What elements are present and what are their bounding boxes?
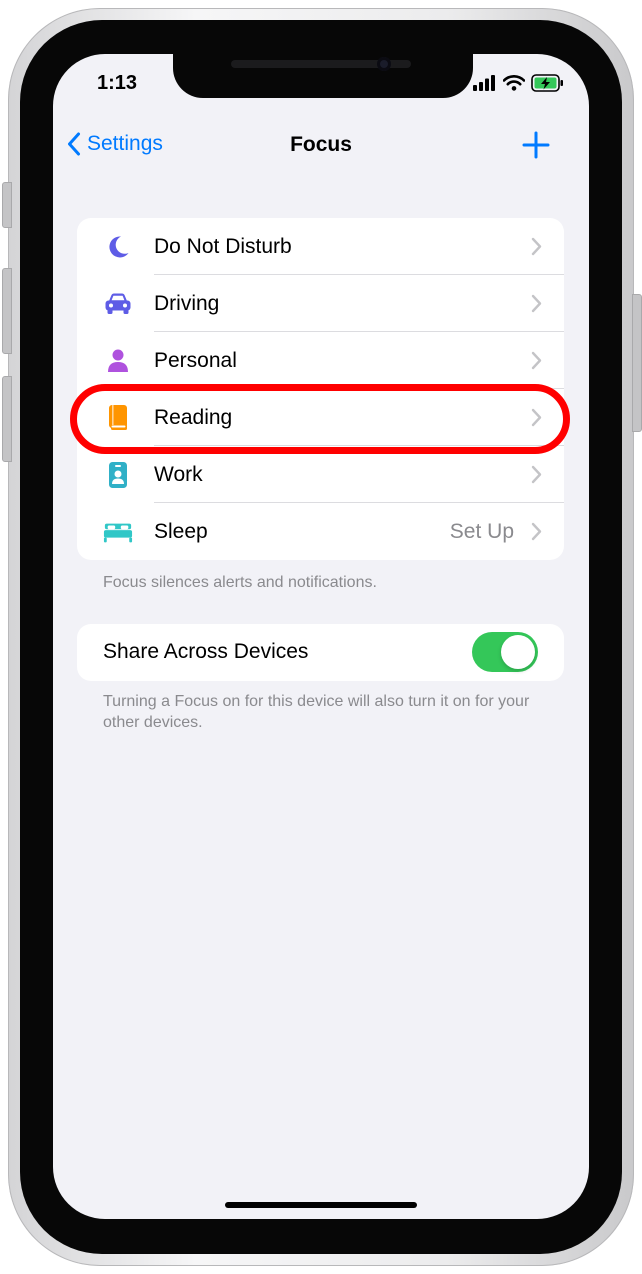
row-label: Work [154,462,203,486]
chevron-right-icon [531,237,542,261]
chevron-right-icon [531,465,542,489]
focus-row-do-not-disturb[interactable]: Do Not Disturb [77,218,564,275]
id-badge-icon [103,460,133,490]
focus-row-driving[interactable]: Driving [77,275,564,332]
front-camera [377,57,391,71]
status-icons [473,74,565,92]
row-label: Do Not Disturb [154,234,292,258]
focus-modes-list: Do Not Disturb Driving Personal Reading … [77,218,564,560]
screen: 1:13 Settings Focus Do Not Disturb Drivi… [53,54,589,1219]
volume-down-button [2,376,12,462]
wifi-icon [503,75,525,91]
row-label: Personal [154,348,237,372]
home-indicator[interactable] [225,1202,417,1208]
share-across-devices-toggle[interactable] [472,632,538,672]
bed-icon [103,517,133,547]
focus-row-reading[interactable]: Reading [77,389,564,446]
page-title: Focus [290,133,352,156]
volume-up-button [2,268,12,354]
cellular-signal-icon [473,75,495,91]
book-icon [103,403,133,433]
focus-row-personal[interactable]: Personal [77,332,564,389]
row-label: Sleep [154,519,208,543]
focus-row-work[interactable]: Work [77,446,564,503]
focus-footer-note: Focus silences alerts and notifications. [103,574,377,591]
chevron-right-icon [531,408,542,432]
share-footer-note: Turning a Focus on for this device will … [103,693,530,731]
moon-icon [103,232,133,262]
chevron-right-icon [531,351,542,375]
person-icon [103,346,133,376]
share-across-devices-row: Share Across Devices [77,624,564,681]
chevron-right-icon [531,294,542,318]
share-label: Share Across Devices [103,640,309,663]
focus-row-sleep[interactable]: Sleep Set Up [77,503,564,560]
row-detail: Set Up [449,519,514,543]
silent-switch [2,182,12,228]
toggle-knob [501,635,535,669]
chevron-right-icon [531,522,542,546]
battery-charging-icon [531,74,563,92]
row-label: Reading [154,405,233,429]
row-label: Driving [154,291,220,315]
status-time: 1:13 [97,72,138,94]
plus-icon [522,131,550,159]
add-focus-button[interactable] [521,130,551,160]
power-button [632,294,642,432]
car-icon [103,289,133,319]
